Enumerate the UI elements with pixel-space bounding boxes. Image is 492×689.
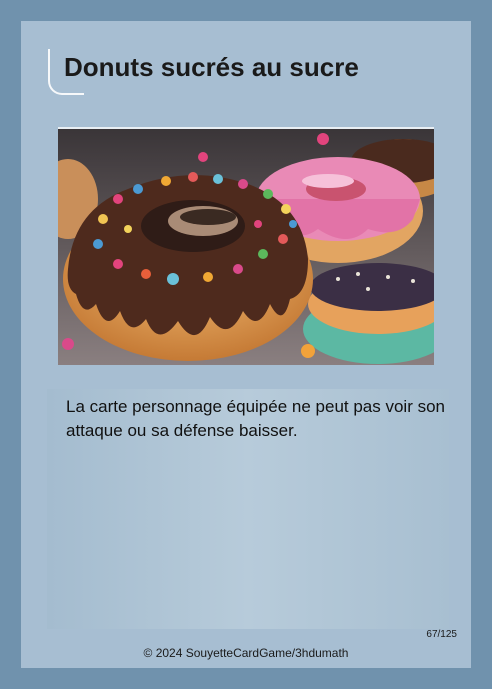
card-description: La carte personnage équipée ne peut pas … <box>66 397 445 440</box>
card-title: Donuts sucrés au sucre <box>64 52 359 82</box>
card: Donuts sucrés au sucre La carte personna… <box>21 21 471 668</box>
copyright-notice: © 2024 SouyetteCardGame/3hdumath <box>143 646 349 660</box>
donuts-illustration <box>58 129 434 365</box>
card-number: 67/125 <box>426 629 457 640</box>
card-artwork <box>58 127 434 365</box>
